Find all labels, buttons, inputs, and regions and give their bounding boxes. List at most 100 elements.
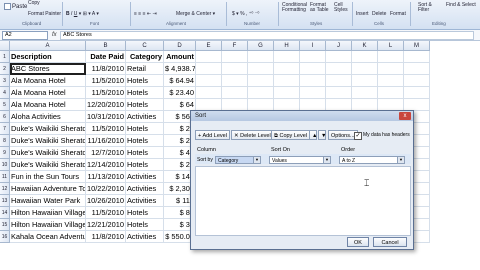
empty-cell[interactable] [352,75,378,87]
column-header-f[interactable]: F [222,41,248,51]
empty-cell[interactable] [352,87,378,99]
column-header-m[interactable]: M [404,41,430,51]
empty-cell[interactable] [274,75,300,87]
empty-cell[interactable] [222,51,248,63]
cell-desc[interactable]: Ala Moana Hotel [10,75,86,87]
cell-cat[interactable]: Hotels [126,147,164,159]
row-header[interactable]: 12 [0,183,10,195]
cell-date[interactable]: 12/14/2010 [86,159,126,171]
sort-on-select[interactable]: Values ▼ [269,156,331,164]
empty-cell[interactable] [326,51,352,63]
format-as-table-button[interactable]: Format as Table [310,3,332,13]
row-header[interactable]: 16 [0,231,10,243]
cell-styles-button[interactable]: Cell Styles [334,3,348,13]
cell-desc[interactable]: Hawaiian Adventure Tours [10,183,86,195]
fx-icon[interactable]: fx [52,30,57,40]
empty-cell[interactable] [404,87,430,99]
empty-cell[interactable] [300,63,326,75]
empty-cell[interactable] [404,75,430,87]
move-up-button[interactable]: ▲ [309,130,317,140]
empty-cell[interactable] [222,75,248,87]
cell-cat[interactable]: Hotels [126,99,164,111]
cell-cat[interactable]: Hotels [126,75,164,87]
column-header-g[interactable]: G [248,41,274,51]
cell-desc[interactable]: Hawaiian Water Park [10,195,86,207]
cell-date[interactable]: 11/5/2010 [86,87,126,99]
cell-desc[interactable]: Fun in the Sun Tours [10,171,86,183]
add-level-button[interactable]: + Add Level [195,130,230,140]
cell-date[interactable]: 10/31/2010 [86,111,126,123]
empty-cell[interactable] [222,63,248,75]
cell-cat[interactable]: Hotels [126,207,164,219]
empty-cell[interactable] [404,51,430,63]
conditional-formatting-button[interactable]: Conditional Formatting [282,3,308,13]
cell-cat[interactable]: Hotels [126,87,164,99]
empty-cell[interactable] [196,75,222,87]
column-select[interactable]: Category ▼ [215,156,261,164]
cell-cat[interactable]: Hotels [126,123,164,135]
cell-date[interactable]: Date Paid [86,51,126,63]
column-header-c[interactable]: C [126,41,164,51]
empty-cell[interactable] [326,75,352,87]
close-icon[interactable]: x [399,112,411,120]
column-header-h[interactable]: H [274,41,300,51]
cell-cat[interactable]: Retail [126,63,164,75]
formula-input[interactable]: ABC Stores [60,31,474,40]
cell-date[interactable]: 12/20/2010 [86,99,126,111]
empty-cell[interactable] [222,87,248,99]
ok-button[interactable]: OK [347,237,369,247]
cell-cat[interactable]: Hotels [126,219,164,231]
column-header-e[interactable]: E [196,41,222,51]
format-button[interactable]: Format [390,11,406,17]
empty-cell[interactable] [378,87,404,99]
cell-desc[interactable]: Duke's Waikiki Sheraton [10,147,86,159]
row-header[interactable]: 5 [0,99,10,111]
row-header[interactable]: 13 [0,195,10,207]
cell-amt[interactable]: $ 4,938.75 [164,63,196,75]
copy-button[interactable]: Copy [28,0,40,6]
cell-cat[interactable]: Activities [126,183,164,195]
name-box[interactable]: A2 [2,31,48,40]
cell-cat[interactable]: Hotels [126,159,164,171]
delete-button[interactable]: Delete [372,11,386,17]
cell-cat[interactable]: Activities [126,111,164,123]
cell-desc[interactable]: Ala Moana Hotel [10,99,86,111]
empty-cell[interactable] [352,63,378,75]
cell-date[interactable]: 12/7/2010 [86,147,126,159]
cell-desc[interactable]: Aloha Activities [10,111,86,123]
row-header[interactable]: 11 [0,171,10,183]
cell-amt[interactable]: Amount [164,51,196,63]
move-down-button[interactable]: ▼ [318,130,326,140]
paste-button[interactable]: Paste [4,3,27,10]
empty-cell[interactable] [326,63,352,75]
cell-date[interactable]: 10/26/2010 [86,195,126,207]
cell-desc[interactable]: Description [10,51,86,63]
empty-cell[interactable] [378,51,404,63]
cell-date[interactable]: 11/8/2010 [86,231,126,243]
delete-level-button[interactable]: ✕ Delete Level [231,130,274,140]
empty-cell[interactable] [196,63,222,75]
order-select[interactable]: A to Z ▼ [339,156,405,164]
align-tools[interactable]: ≡ ≡ ≡ ⇤ ⇥ [134,11,157,17]
row-header[interactable]: 9 [0,147,10,159]
empty-cell[interactable] [300,87,326,99]
cell-cat[interactable]: Activities [126,195,164,207]
empty-cell[interactable] [248,75,274,87]
font-tools[interactable]: B I U ▾ ⊞ ▾ A ▾ [66,11,99,17]
row-header[interactable]: 8 [0,135,10,147]
row-header[interactable]: 2 [0,63,10,75]
cell-cat[interactable]: Hotels [126,135,164,147]
empty-cell[interactable] [404,63,430,75]
cell-date[interactable]: 11/16/2010 [86,135,126,147]
merge-center-button[interactable]: Merge & Center ▾ [176,11,215,17]
empty-cell[interactable] [196,51,222,63]
number-format-tools[interactable]: $ ▾ % , ⁺⁰ ⁻⁰ [232,11,259,17]
cell-date[interactable]: 11/5/2010 [86,123,126,135]
format-painter-button[interactable]: Format Painter [28,11,61,17]
cell-date[interactable]: 11/5/2010 [86,75,126,87]
empty-cell[interactable] [326,87,352,99]
empty-cell[interactable] [378,63,404,75]
cell-date[interactable]: 12/21/2010 [86,219,126,231]
find-select-button[interactable]: Find & Select [446,3,476,8]
row-header[interactable]: 3 [0,75,10,87]
